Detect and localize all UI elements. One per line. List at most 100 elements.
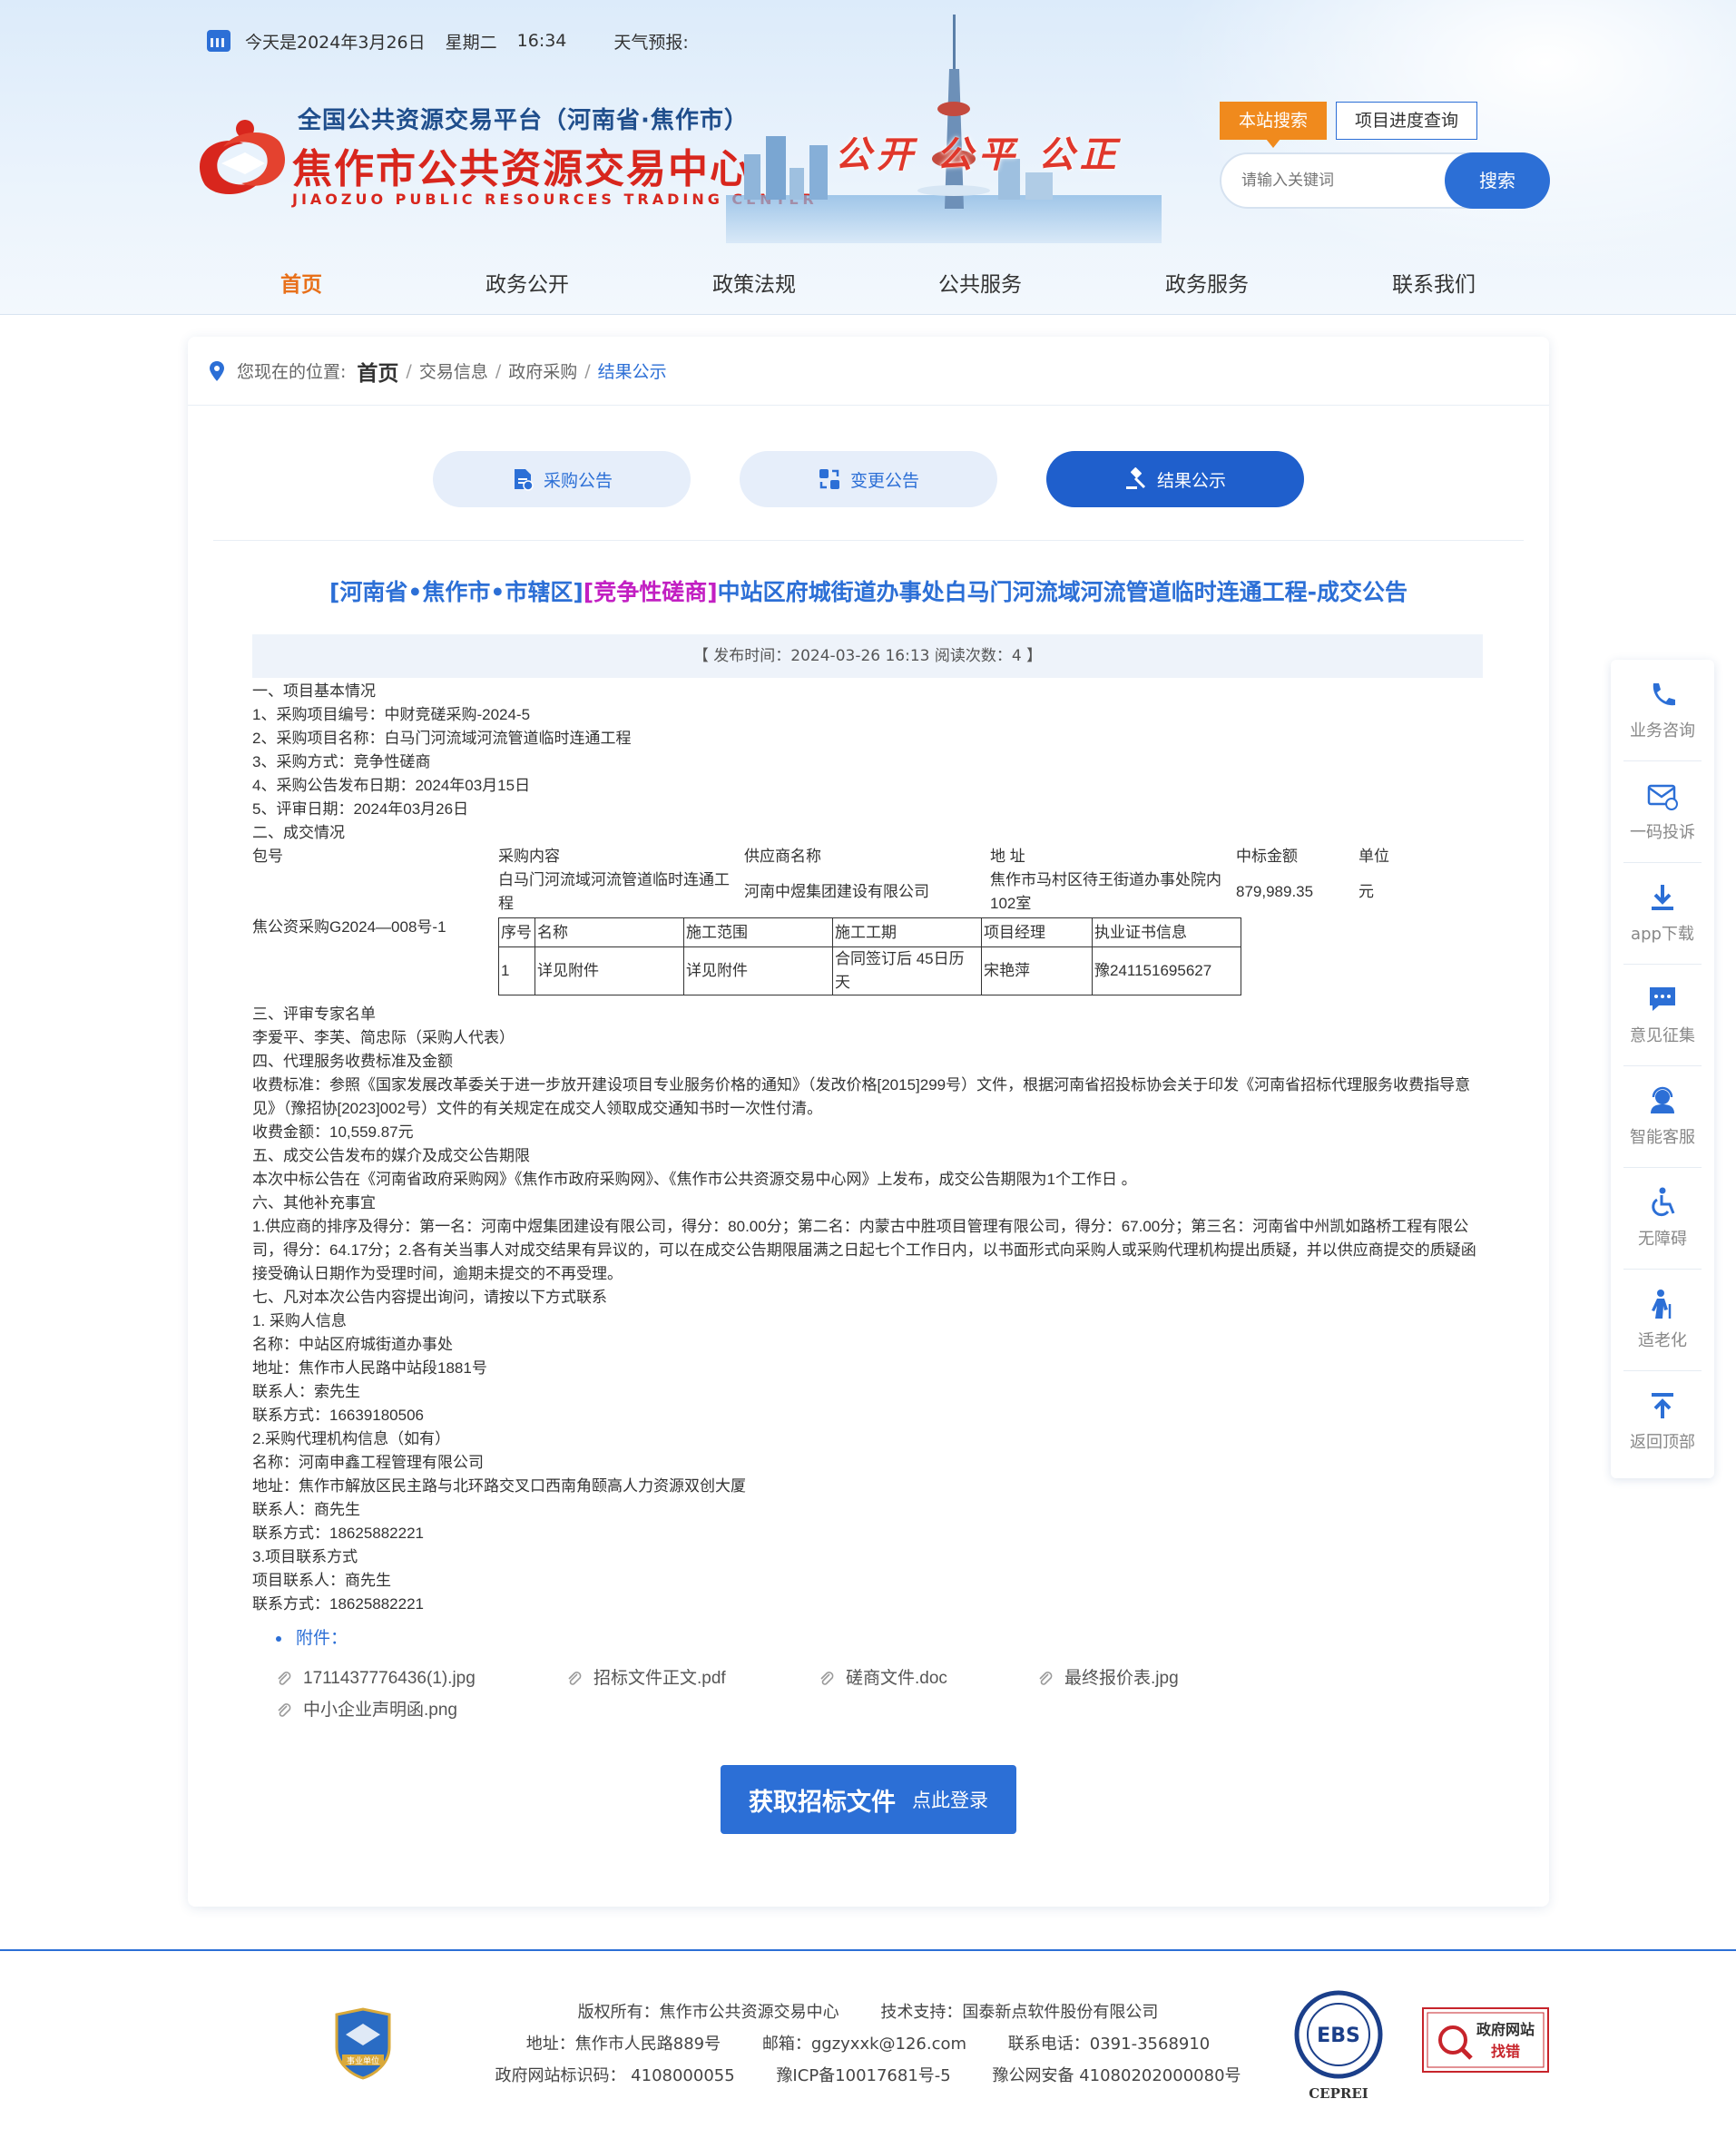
body-line: 1、采购项目编号：中财竞磋采购-2024-5 xyxy=(252,706,531,723)
nav-policies[interactable]: 政策法规 xyxy=(663,267,845,298)
breadcrumb: 您现在的位置: 首页 / 交易信息 / 政府采购 / 结果公示 xyxy=(188,337,1549,406)
search-input[interactable] xyxy=(1241,167,1432,194)
nav-government-affairs[interactable]: 政务公开 xyxy=(436,267,618,298)
sidebar-label: app下载 xyxy=(1631,925,1694,944)
sidebar-item-feedback[interactable]: 意见征集 xyxy=(1611,965,1714,1066)
attachment-link[interactable]: 1711437776436(1).jpg xyxy=(276,1667,476,1691)
change-icon xyxy=(819,469,839,489)
attachment-link[interactable]: 磋商文件.doc xyxy=(819,1667,947,1691)
bullet-icon xyxy=(276,1636,281,1642)
paperclip-icon xyxy=(278,1703,291,1717)
deal-header: 包号 xyxy=(252,848,283,865)
nav-government-service[interactable]: 政务服务 xyxy=(1116,267,1298,298)
chat-icon xyxy=(1650,987,1675,1011)
deal-header: 中标金额 xyxy=(1236,848,1298,865)
sidebar-label: 适老化 xyxy=(1638,1331,1687,1350)
gavel-icon xyxy=(1125,467,1146,489)
deal-header: 单位 xyxy=(1358,848,1389,865)
deal-content: 白马门河流域河流管道临时连通工程 xyxy=(498,871,730,912)
deal-package: 焦公资采购G2024—008号-1 xyxy=(252,918,446,936)
badge-find-text: 找错 xyxy=(1491,2043,1520,2060)
floating-sidebar: 业务咨询 一码投诉 app下载 意见征集 智能客服 无障碍 适老化 返回顶部 xyxy=(1611,660,1714,1478)
sidebar-item-elderly-mode[interactable]: 适老化 xyxy=(1611,1270,1714,1371)
main-nav: 首页 政务公开 政策法规 公共服务 政务服务 联系我们 xyxy=(0,252,1736,315)
body-line: 联系方式：16639180506 xyxy=(252,1407,425,1424)
attachment-name: 1711437776436(1).jpg xyxy=(303,1669,476,1688)
project-progress-tab[interactable]: 项目进度查询 xyxy=(1336,102,1478,140)
body-line: 联系方式：18625882221 xyxy=(252,1525,425,1542)
divider xyxy=(213,540,1524,541)
tab-change-notice[interactable]: 变更公告 xyxy=(740,451,997,507)
sub-cell: 详见附件 xyxy=(535,946,684,995)
body-line: 联系方式：18625882221 xyxy=(252,1595,425,1613)
sub-cell: 1 xyxy=(498,946,535,995)
attachment-name: 中小企业声明函.png xyxy=(303,1701,457,1720)
sidebar-label: 一码投诉 xyxy=(1630,823,1695,842)
nav-public-service[interactable]: 公共服务 xyxy=(889,267,1071,298)
sidebar-item-complaint[interactable]: 一码投诉 xyxy=(1611,761,1714,863)
search-button[interactable]: 搜索 xyxy=(1445,152,1550,209)
badge-cepeei-text: CEPREI xyxy=(1309,2085,1368,2102)
tab-label: 变更公告 xyxy=(849,470,919,491)
site-search-tab[interactable]: 本站搜索 xyxy=(1220,102,1328,148)
body-line: 七、凡对本次公告内容提出询问，请按以下方式联系 xyxy=(252,1289,607,1306)
get-tender-documents-button[interactable]: 获取招标文件 点此登录 xyxy=(721,1765,1016,1834)
breadcrumb-current[interactable]: 结果公示 xyxy=(598,358,667,383)
attachment-link[interactable]: 最终报价表.jpg xyxy=(1037,1667,1179,1691)
footer-police[interactable]: 豫公网安备 41080202000080号 xyxy=(992,2066,1241,2085)
nav-contact[interactable]: 联系我们 xyxy=(1343,267,1525,298)
deal-address: 焦作市马村区待王街道办事处院内102室 xyxy=(990,871,1221,912)
nav-home[interactable]: 首页 xyxy=(211,267,392,298)
upload-arrow-icon xyxy=(1652,1393,1673,1418)
breadcrumb-government-procurement[interactable]: 政府采购 xyxy=(508,358,577,383)
sub-cell: 合同签订后 45日历天 xyxy=(832,946,982,995)
tab-procurement-notice[interactable]: 采购公告 xyxy=(433,451,691,507)
attachments-title: 附件： xyxy=(276,1627,1483,1651)
sidebar-item-customer-service[interactable]: 智能客服 xyxy=(1611,1066,1714,1168)
government-website-error-report-badge-icon[interactable]: 政府网站 找错 xyxy=(1422,2007,1549,2073)
deal-header: 采购内容 xyxy=(498,848,560,865)
weather-forecast: 天气预报: xyxy=(613,32,689,53)
attachment-list: 1711437776436(1).jpg 招标文件正文.pdf 磋商文件.doc… xyxy=(276,1667,1483,1740)
footer-icp[interactable]: 豫ICP备10017681号-5 xyxy=(776,2066,950,2085)
center-logo-icon[interactable] xyxy=(191,116,294,203)
body-line: 收费标准：参照《国家发展改革委关于进一步放开建设项目专业服务价格的通知》（发改价… xyxy=(252,1076,1471,1117)
body-line: 二、成交情况 xyxy=(252,824,345,841)
tab-result-notice[interactable]: 结果公示 xyxy=(1046,451,1304,507)
attachments-label: 附件： xyxy=(296,1629,348,1648)
footer-site-code: 政府网站标识码： 4108000055 xyxy=(495,2066,735,2085)
sidebar-item-consult[interactable]: 业务咨询 xyxy=(1611,660,1714,761)
article-body: 一、项目基本情况 1、采购项目编号：中财竞磋采购-2024-5 2、采购项目名称… xyxy=(252,680,1483,1740)
site-header: 今天是2024年3月26日 星期二 16:34 天气预报: 全国公共资源交易平台… xyxy=(0,0,1736,315)
breadcrumb-home[interactable]: 首页 xyxy=(357,356,398,387)
attachment-link[interactable]: 中小企业声明函.png xyxy=(276,1699,457,1722)
deal-supplier: 河南中煜集团建设有限公司 xyxy=(744,883,929,900)
sub-header: 序号 xyxy=(498,917,535,947)
title-region: [河南省•焦作市•市辖区] xyxy=(329,579,584,605)
sub-header: 施工范围 xyxy=(683,917,833,947)
attachment-name: 最终报价表.jpg xyxy=(1064,1669,1179,1688)
body-line: 3.项目联系方式 xyxy=(252,1548,358,1565)
sidebar-item-app-download[interactable]: app下载 xyxy=(1611,863,1714,965)
deal-unit: 元 xyxy=(1358,883,1374,900)
footer-phone: 联系电话：0391-3568910 xyxy=(1007,2035,1211,2054)
cepeei-ebs-badge-icon[interactable]: EBS CEPREI xyxy=(1290,1987,1387,2104)
body-line: 联系人：商先生 xyxy=(252,1501,360,1518)
sidebar-label: 意见征集 xyxy=(1630,1026,1695,1045)
body-line: 一、项目基本情况 xyxy=(252,682,376,700)
sidebar-item-accessibility[interactable]: 无障碍 xyxy=(1611,1168,1714,1270)
body-line: 名称：河南申鑫工程管理有限公司 xyxy=(252,1454,484,1471)
top-info-bar: 今天是2024年3月26日 星期二 16:34 天气预报: xyxy=(207,27,689,54)
sub-header: 施工工期 xyxy=(832,917,982,947)
sub-header: 名称 xyxy=(535,917,684,947)
paperclip-icon xyxy=(820,1672,834,1685)
attachment-link[interactable]: 招标文件正文.pdf xyxy=(566,1667,726,1691)
sidebar-item-back-to-top[interactable]: 返回顶部 xyxy=(1611,1371,1714,1473)
body-line: 1.供应商的排序及得分：第一名：河南中煜集团建设有限公司，得分：80.00分；第… xyxy=(252,1218,1476,1282)
center-name: 焦作市公共资源交易中心 xyxy=(292,146,751,192)
breadcrumb-trade-info[interactable]: 交易信息 xyxy=(419,358,488,383)
body-line: 收费金额：10,559.87元 xyxy=(252,1123,414,1141)
body-line: 四、代理服务收费标准及金额 xyxy=(252,1053,453,1070)
calendar-icon xyxy=(207,30,230,52)
today-date: 今天是2024年3月26日 xyxy=(245,32,426,53)
